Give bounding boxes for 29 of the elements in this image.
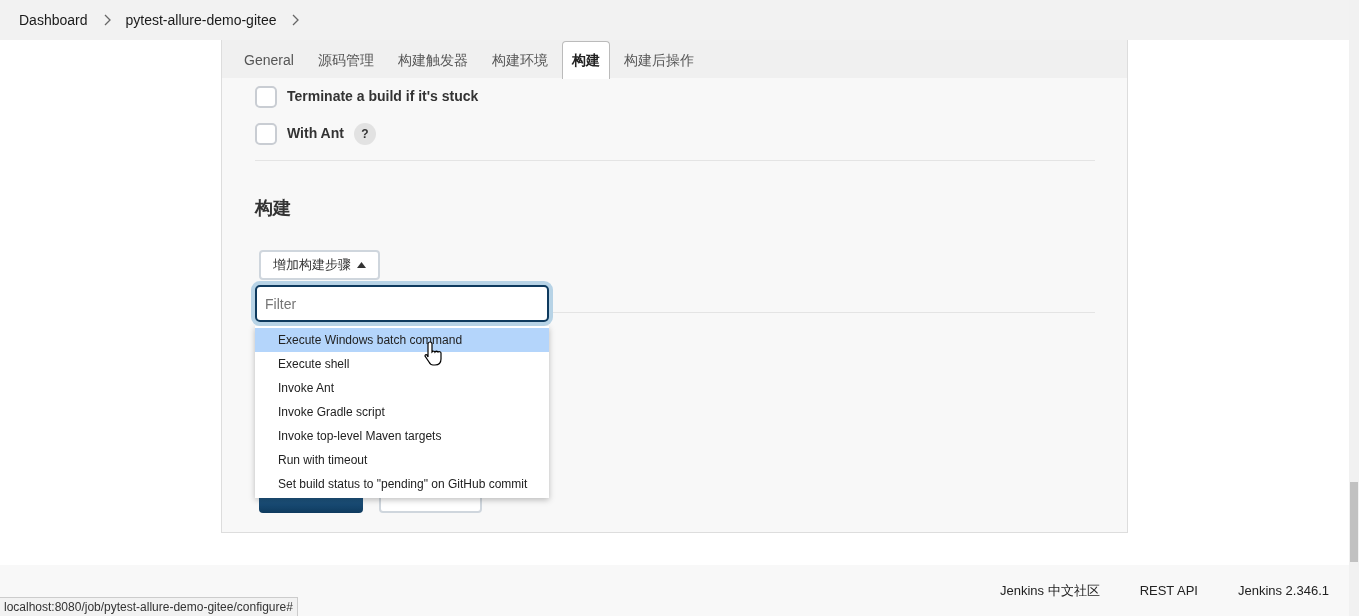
menu-item[interactable]: Execute shell — [255, 352, 549, 376]
footer-link[interactable]: Jenkins 2.346.1 — [1237, 580, 1329, 601]
tab[interactable]: 构建触发器 — [387, 42, 478, 78]
tab[interactable]: 构建 — [561, 41, 610, 79]
caret-icon — [357, 262, 366, 268]
menu-item[interactable]: Set build status to "pending" on GitHub commit — [255, 472, 549, 496]
menu-item[interactable]: Invoke top-level Maven targets — [255, 424, 549, 448]
help-button[interactable]: ? — [353, 122, 376, 145]
tab[interactable]: 构建后操作 — [613, 42, 704, 78]
menu-item[interactable]: Invoke Ant — [255, 376, 549, 400]
footer-link[interactable]: REST API — [1139, 580, 1198, 601]
status-url: localhost:8080/job/pytest-allure-demo-gitee/configure# — [0, 597, 298, 616]
menu-item[interactable]: Execute Windows batch command — [255, 328, 549, 352]
checkbox[interactable] — [255, 85, 277, 108]
tab[interactable]: 构建环境 — [481, 42, 558, 78]
add-build-step-button[interactable]: 增加构建步骤 — [259, 250, 380, 280]
breadcrumb-link[interactable]: Dashboard — [19, 9, 88, 31]
checkbox-label: Terminate a build if it's stuck — [287, 87, 479, 106]
menu-item[interactable]: Invoke Gradle script — [255, 400, 549, 424]
footer-link[interactable]: Jenkins 中文社区 — [999, 580, 1100, 601]
chevron-icon — [290, 14, 301, 26]
tab[interactable]: General — [234, 42, 304, 78]
checkbox[interactable] — [255, 122, 277, 145]
filter-field[interactable]: Filter — [255, 285, 549, 322]
breadcrumb-link[interactable]: pytest-allure-demo-gitee — [125, 9, 277, 31]
menu-item[interactable]: Run with timeout — [255, 448, 549, 472]
tab[interactable]: 源码管理 — [307, 42, 384, 78]
section-heading: 构建 — [255, 197, 292, 220]
checkbox-label: With Ant — [287, 124, 344, 143]
